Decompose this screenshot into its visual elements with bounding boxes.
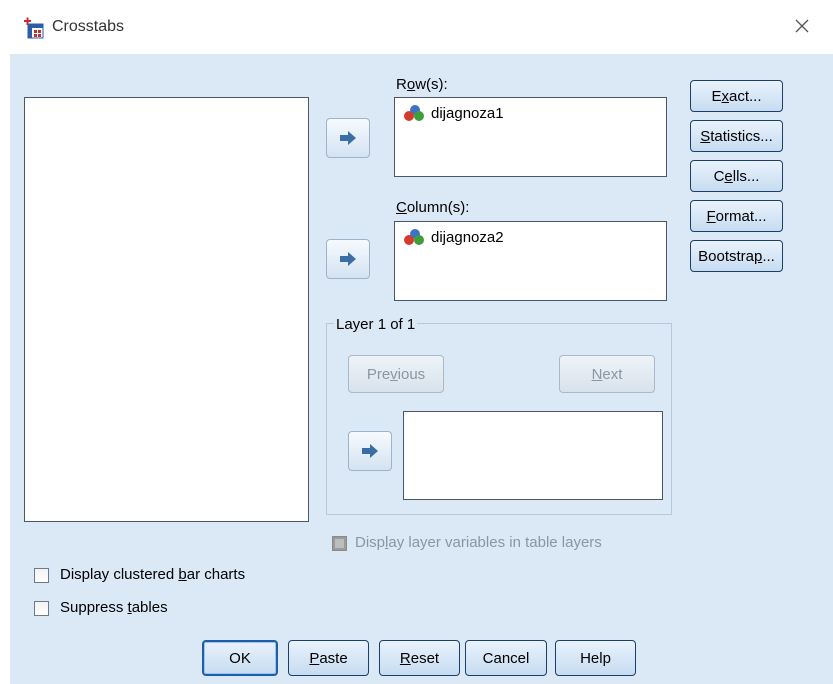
variable-item[interactable]: dijagnoza2 — [403, 228, 504, 246]
bootstrap-button[interactable]: Bootstra p... — [690, 240, 783, 272]
help-button[interactable]: Help — [555, 640, 636, 676]
variable-item[interactable]: dijagnoza1 — [403, 104, 504, 122]
rows-list[interactable]: dijagnoza1 — [394, 97, 667, 177]
exact-button[interactable]: Ex act... — [690, 80, 783, 112]
right-arrow-icon — [340, 252, 356, 266]
next-layer-button[interactable]: Next — [559, 355, 655, 393]
dialog-body: Row(s): dijagnoza1 Column(s): dijagnoza2 — [10, 54, 833, 684]
ok-button[interactable]: OK — [202, 640, 278, 676]
move-to-layer-button[interactable] — [348, 431, 392, 471]
clustered-bar-charts-label: Display clustered bar charts — [60, 566, 246, 583]
rows-label: Row(s): — [396, 76, 448, 93]
cancel-button[interactable]: Cancel — [465, 640, 547, 676]
window-title: Crosstabs — [52, 18, 125, 35]
suppress-tables-checkbox[interactable] — [34, 601, 49, 616]
right-arrow-icon — [340, 131, 356, 145]
format-button[interactable]: Format... — [690, 200, 783, 232]
columns-label: Column(s): — [396, 199, 470, 216]
previous-layer-button[interactable]: Pre v ious — [348, 355, 444, 393]
display-layer-variables-label: Display layer variables in table layers — [355, 534, 602, 551]
reset-button[interactable]: Reset — [379, 640, 460, 676]
suppress-tables-label: Suppress tables — [60, 599, 168, 616]
paste-button[interactable]: Paste — [288, 640, 369, 676]
display-layer-variables-checkbox[interactable] — [332, 536, 347, 551]
right-arrow-icon — [362, 444, 378, 458]
nominal-variable-icon — [404, 229, 424, 245]
statistics-button[interactable]: Statistics... — [690, 120, 783, 152]
variable-name: dijagnoza1 — [431, 104, 504, 122]
close-icon[interactable] — [790, 14, 814, 38]
clustered-bar-charts-checkbox[interactable] — [34, 568, 49, 583]
source-variable-list[interactable] — [24, 97, 309, 522]
move-to-rows-button[interactable] — [326, 118, 370, 158]
layer-group-title: Layer 1 of 1 — [334, 316, 418, 333]
variable-name: dijagnoza2 — [431, 228, 504, 246]
layer-list[interactable] — [403, 411, 663, 500]
columns-list[interactable]: dijagnoza2 — [394, 221, 667, 301]
crosstabs-table-icon — [24, 17, 44, 39]
move-to-columns-button[interactable] — [326, 239, 370, 279]
cells-button[interactable]: Ce lls... — [690, 160, 783, 192]
nominal-variable-icon — [404, 105, 424, 121]
title-bar: Crosstabs — [0, 0, 833, 54]
